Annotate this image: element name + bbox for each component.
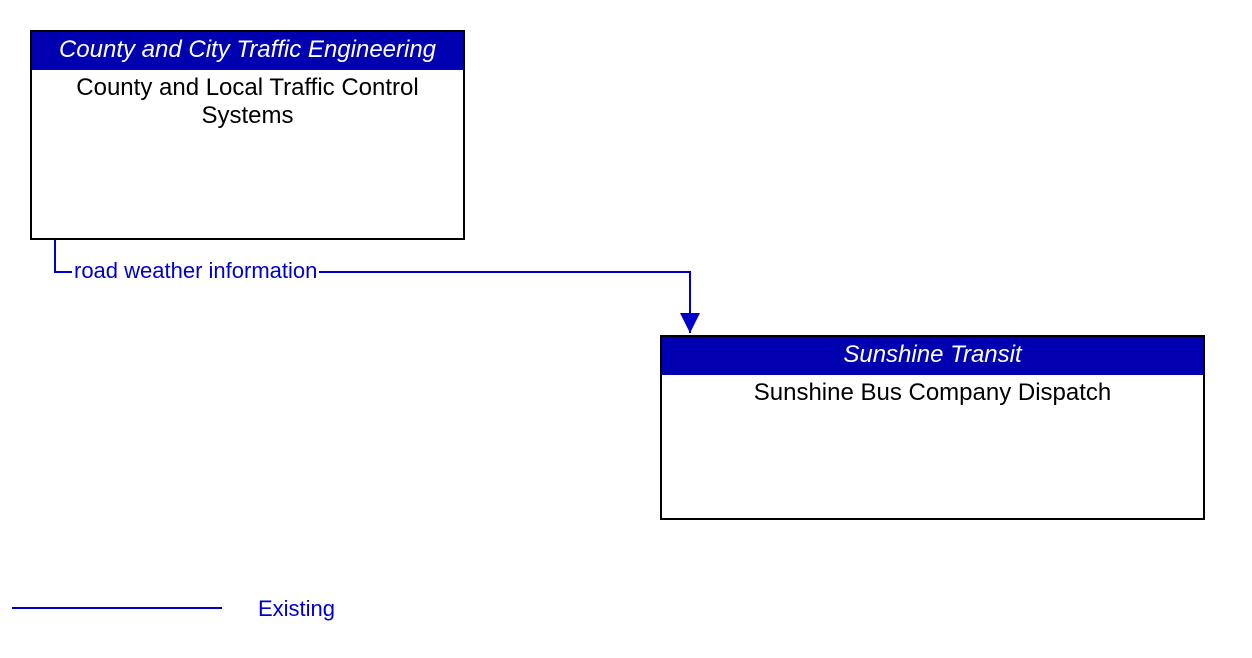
entity-body-county: County and Local Traffic Control Systems xyxy=(32,70,463,136)
legend-label: Existing xyxy=(258,596,335,622)
entity-box-sunshine: Sunshine Transit Sunshine Bus Company Di… xyxy=(660,335,1205,520)
flow-label: road weather information xyxy=(72,258,319,284)
entity-body-sunshine: Sunshine Bus Company Dispatch xyxy=(662,375,1203,412)
entity-box-county: County and City Traffic Engineering Coun… xyxy=(30,30,465,240)
entity-header-county: County and City Traffic Engineering xyxy=(32,32,463,70)
flow-arrow xyxy=(55,240,690,333)
entity-header-sunshine: Sunshine Transit xyxy=(662,337,1203,375)
